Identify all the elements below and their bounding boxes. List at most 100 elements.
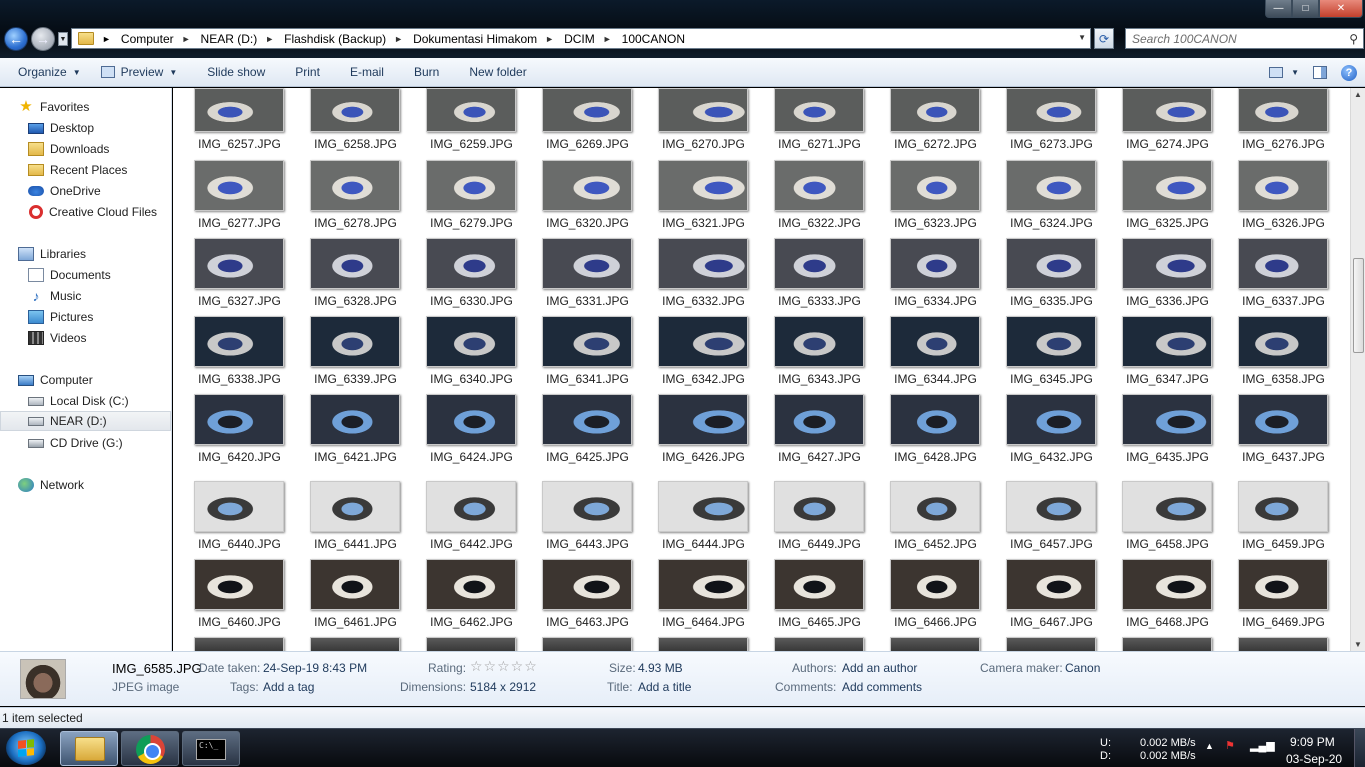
file-thumbnail[interactable] <box>658 637 748 651</box>
file-thumbnail <box>1238 559 1328 610</box>
show-hidden-icons-icon[interactable]: ▲ <box>1205 741 1214 751</box>
file-thumbnail[interactable] <box>1122 637 1212 651</box>
scroll-down-icon[interactable]: ▼ <box>1354 640 1362 649</box>
taskbar-chrome[interactable] <box>121 731 179 766</box>
signal-icon[interactable]: ▂▄▆ <box>1250 739 1275 752</box>
breadcrumb-label: 100CANON <box>621 31 686 46</box>
breadcrumb-item[interactable]: 100CANON <box>622 32 685 46</box>
file-thumbnail <box>1122 559 1212 610</box>
chevron-right-icon[interactable]: ► <box>394 34 403 44</box>
file-thumbnail <box>658 559 748 610</box>
selected-filetype: JPEG image <box>112 680 180 694</box>
rating-stars[interactable]: ☆☆☆☆☆ <box>470 658 538 675</box>
chevron-right-icon[interactable]: ► <box>182 34 191 44</box>
file-name: IMG_6464.JPG <box>662 615 745 629</box>
file-thumbnail <box>1122 394 1212 445</box>
file-thumbnail[interactable] <box>1238 637 1328 651</box>
file-name: IMG_6344.JPG <box>894 372 977 386</box>
organize-button[interactable]: Organize ▼ <box>0 58 91 87</box>
file-name: IMG_6452.JPG <box>894 537 977 551</box>
forward-button[interactable]: → <box>31 27 55 51</box>
slideshow-button[interactable]: Slide show <box>187 58 275 87</box>
file-thumbnail[interactable] <box>890 637 980 651</box>
breadcrumb-item[interactable]: Flashdisk (Backup) ► <box>284 32 413 46</box>
file-name: IMG_6444.JPG <box>662 537 745 551</box>
new-folder-button[interactable]: New folder <box>449 58 536 87</box>
chevron-right-icon[interactable]: ► <box>265 34 274 44</box>
nav-favorites[interactable]: ★ Favorites <box>18 97 189 117</box>
file-name: IMG_6328.JPG <box>314 294 397 308</box>
file-thumbnail[interactable] <box>774 637 864 651</box>
preview-pane-icon[interactable] <box>1313 66 1327 79</box>
taskbar-explorer[interactable] <box>60 731 118 766</box>
email-button[interactable]: E-mail <box>330 58 394 87</box>
address-bar[interactable]: ► Computer ► NEAR (D:) ► Flashdisk (Backup) ►… <box>71 28 1091 49</box>
start-button[interactable] <box>6 731 46 765</box>
explorer-icon <box>75 737 105 761</box>
file-name: IMG_6442.JPG <box>430 537 513 551</box>
breadcrumb-item[interactable]: Dokumentasi Himakom ► <box>413 32 564 46</box>
nav-libraries[interactable]: Libraries <box>18 244 189 264</box>
breadcrumb-item[interactable]: NEAR (D:) ► <box>201 32 285 46</box>
breadcrumb-item[interactable]: DCIM ► <box>564 32 622 46</box>
creative-cloud-icon <box>29 205 43 219</box>
tags-value[interactable]: Add a tag <box>263 680 314 694</box>
print-button[interactable]: Print <box>275 58 330 87</box>
scroll-up-icon[interactable]: ▲ <box>1354 90 1362 99</box>
preview-button[interactable]: Preview ▼ <box>91 58 188 87</box>
file-thumbnail <box>310 160 400 211</box>
selection-status: 1 item selected <box>2 711 83 725</box>
file-name: IMG_6425.JPG <box>546 450 629 464</box>
action-center-icon[interactable]: ⚑ <box>1225 739 1235 752</box>
file-thumbnail <box>890 238 980 289</box>
file-name: IMG_6443.JPG <box>546 537 629 551</box>
authors-value[interactable]: Add an author <box>842 661 917 675</box>
file-thumbnail[interactable] <box>310 637 400 651</box>
file-thumbnail <box>310 559 400 610</box>
taskbar-cmd[interactable]: C:\_ <box>182 731 240 766</box>
file-name: IMG_6358.JPG <box>1242 372 1325 386</box>
recent-pages-dropdown[interactable]: ▼ <box>58 32 68 46</box>
chevron-down-icon[interactable]: ▼ <box>1078 33 1086 42</box>
file-thumbnail[interactable] <box>542 637 632 651</box>
file-thumbnail <box>194 316 284 367</box>
libraries-icon <box>18 247 34 261</box>
help-icon[interactable]: ? <box>1341 64 1357 81</box>
breadcrumb-item[interactable]: Computer ► <box>121 32 201 46</box>
clock-date[interactable]: 03-Sep-20 <box>1286 752 1342 766</box>
change-view-button[interactable]: ▼ <box>1269 67 1299 78</box>
file-thumbnail <box>890 394 980 445</box>
show-desktop-button[interactable] <box>1354 729 1365 767</box>
date-taken-value[interactable]: 24-Sep-19 8:43 PM <box>263 661 367 675</box>
clock-time[interactable]: 9:09 PM <box>1290 735 1335 749</box>
search-icon[interactable]: ⚲ <box>1349 32 1358 46</box>
nav-network[interactable]: Network <box>18 475 189 495</box>
maximize-button[interactable]: □ <box>1292 0 1319 18</box>
file-name: IMG_6270.JPG <box>662 137 745 151</box>
breadcrumb-label: Flashdisk (Backup) <box>284 31 387 46</box>
burn-button[interactable]: Burn <box>394 58 449 87</box>
nav-near-drive[interactable]: NEAR (D:) <box>0 411 171 431</box>
search-input[interactable]: Search 100CANON ⚲ <box>1125 28 1364 49</box>
chevron-right-icon[interactable]: ► <box>603 34 612 44</box>
vertical-scrollbar[interactable]: ▲ ▼ <box>1350 88 1365 651</box>
file-thumbnail <box>774 88 864 132</box>
back-button[interactable]: ← <box>4 27 28 51</box>
nav-computer[interactable]: Computer <box>18 370 189 390</box>
minimize-button[interactable]: — <box>1265 0 1292 18</box>
file-thumbnail[interactable] <box>194 637 284 651</box>
file-name: IMG_6323.JPG <box>894 216 977 230</box>
file-thumbnail[interactable] <box>426 637 516 651</box>
close-button[interactable]: ✕ <box>1319 0 1363 18</box>
file-thumbnail <box>1006 88 1096 132</box>
file-thumbnail[interactable] <box>1006 637 1096 651</box>
title-value[interactable]: Add a title <box>638 680 691 694</box>
file-thumbnail <box>426 160 516 211</box>
selected-file-thumbnail <box>20 659 66 699</box>
scrollbar-thumb[interactable] <box>1353 258 1364 353</box>
chevron-right-icon[interactable]: ► <box>545 34 554 44</box>
comments-value[interactable]: Add comments <box>842 680 922 694</box>
refresh-button[interactable]: ⟳ <box>1094 28 1114 49</box>
camera-maker-value[interactable]: Canon <box>1065 661 1100 675</box>
comments-label: Comments: <box>775 680 837 694</box>
